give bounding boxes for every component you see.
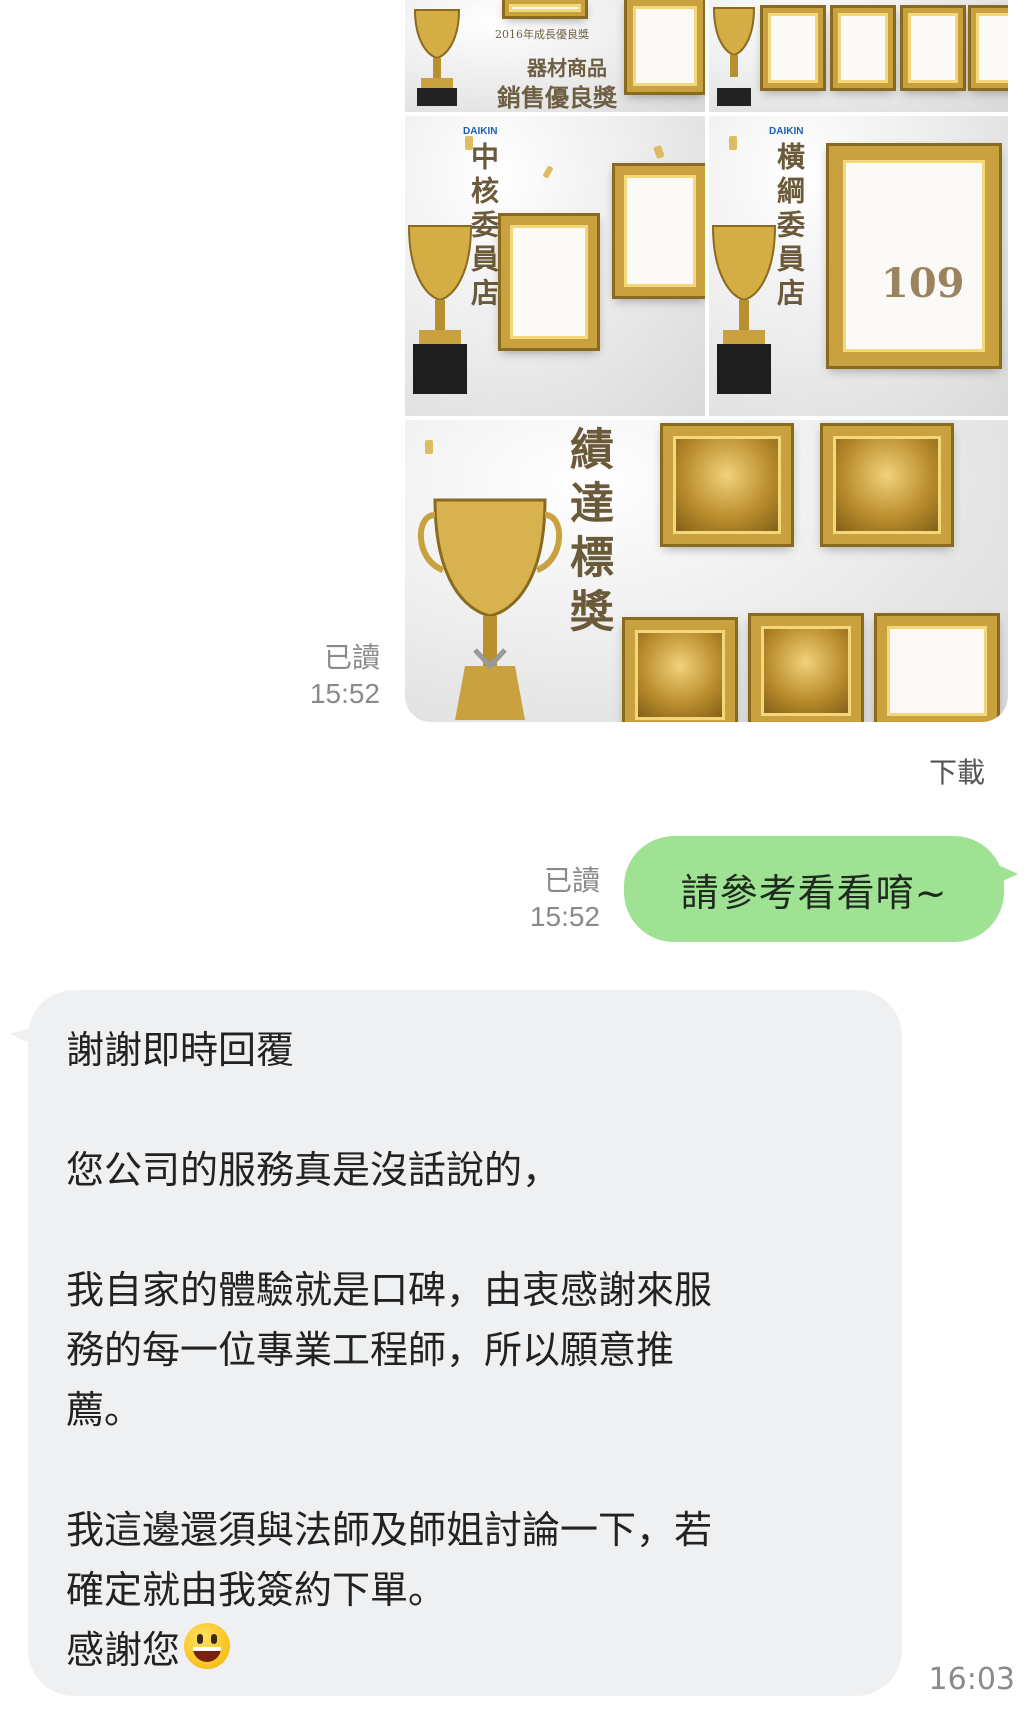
message-line bbox=[66, 1440, 864, 1500]
received-message-time: 16:03 bbox=[928, 1662, 1015, 1697]
award-tile-yokozuna-member: DAIKIN 橫綱委員店 109 bbox=[709, 116, 1008, 416]
award-plaque bbox=[625, 620, 735, 722]
award-title-core-member: 中核委員店 bbox=[467, 142, 500, 312]
message-line: 我這邊還須與法師及師姐討論一下，若 bbox=[66, 1508, 713, 1552]
certificate-frame bbox=[971, 8, 1008, 88]
certificate-frame bbox=[903, 8, 963, 88]
message-line bbox=[66, 1080, 864, 1140]
sent-message-bubble[interactable]: 請參考看看唷~ bbox=[624, 836, 1018, 942]
trophy-icon bbox=[418, 498, 562, 720]
brand-logo: DAIKIN bbox=[769, 126, 804, 137]
certificate-frame bbox=[505, 0, 585, 16]
award-tile-target-achieved: 績達標獎 bbox=[405, 420, 1008, 722]
message-line: 您公司的服務真是沒話說的， bbox=[66, 1148, 561, 1192]
message-time: 15:52 bbox=[529, 901, 600, 932]
award-plaque bbox=[823, 426, 951, 544]
award-caption-title-1: 器材商品 bbox=[527, 56, 607, 80]
certificate-frame bbox=[627, 0, 703, 92]
message-line: 謝謝即時回覆 bbox=[66, 1028, 295, 1072]
read-receipt: 已讀 bbox=[543, 865, 600, 896]
sent-message-status: 已讀 15:52 bbox=[490, 863, 600, 935]
award-tile-core-member: DAIKIN 中核委員店 bbox=[405, 116, 705, 416]
message-line: 薦。 bbox=[66, 1388, 143, 1432]
award-plaque bbox=[663, 426, 791, 544]
message-line: 確定就由我簽約下單。 bbox=[66, 1568, 447, 1612]
message-line-last: 感謝您 bbox=[66, 1620, 864, 1680]
read-receipt: 已讀 bbox=[323, 642, 380, 673]
certificate-frame bbox=[501, 216, 597, 348]
badge-number: 109 bbox=[881, 260, 965, 307]
award-tile-certificates-row bbox=[709, 0, 1008, 112]
award-tile-sales: 2016年成長優良獎 器材商品 銷售優良獎 bbox=[405, 0, 705, 112]
received-message-bubble[interactable]: 謝謝即時回覆 您公司的服務真是沒話說的， 我自家的體驗就是口碑，由衷感謝來服 務… bbox=[10, 990, 902, 1696]
trophy-icon bbox=[413, 9, 461, 106]
download-button[interactable]: 下載 bbox=[905, 751, 985, 791]
brand-logo: DAIKIN bbox=[463, 126, 498, 137]
message-line: 我自家的體驗就是口碑，由衷感謝來服 bbox=[66, 1268, 713, 1312]
sent-message-text: 請參考看看唷~ bbox=[680, 870, 948, 915]
image-message-status: 已讀 15:52 bbox=[270, 640, 380, 712]
certificate-frame bbox=[833, 8, 893, 88]
message-line-text: 感謝您 bbox=[66, 1628, 181, 1672]
certificate-frame bbox=[763, 8, 823, 88]
message-time: 15:52 bbox=[309, 678, 380, 709]
award-plaque bbox=[751, 616, 861, 722]
award-caption-year: 2016年成長優良獎 bbox=[495, 28, 589, 41]
grinning-face-emoji-icon bbox=[184, 1623, 231, 1669]
message-line bbox=[66, 1200, 864, 1260]
certificate-frame bbox=[615, 166, 705, 296]
trophy-icon bbox=[712, 7, 756, 106]
certificate-frame: 109 bbox=[829, 146, 999, 366]
certificate-frame bbox=[877, 616, 997, 722]
award-photo-collage[interactable]: 2016年成長優良獎 器材商品 銷售優良獎 DAIKIN 中核委員店 DAIKI… bbox=[405, 0, 1008, 722]
message-line: 務的每一位專業工程師，所以願意推 bbox=[66, 1328, 675, 1372]
award-title-target-achieved: 績達標獎 bbox=[562, 426, 613, 642]
award-title-yokozuna-member: 橫綱委員店 bbox=[773, 142, 806, 312]
award-caption-title-2: 銷售優良獎 bbox=[497, 83, 617, 112]
